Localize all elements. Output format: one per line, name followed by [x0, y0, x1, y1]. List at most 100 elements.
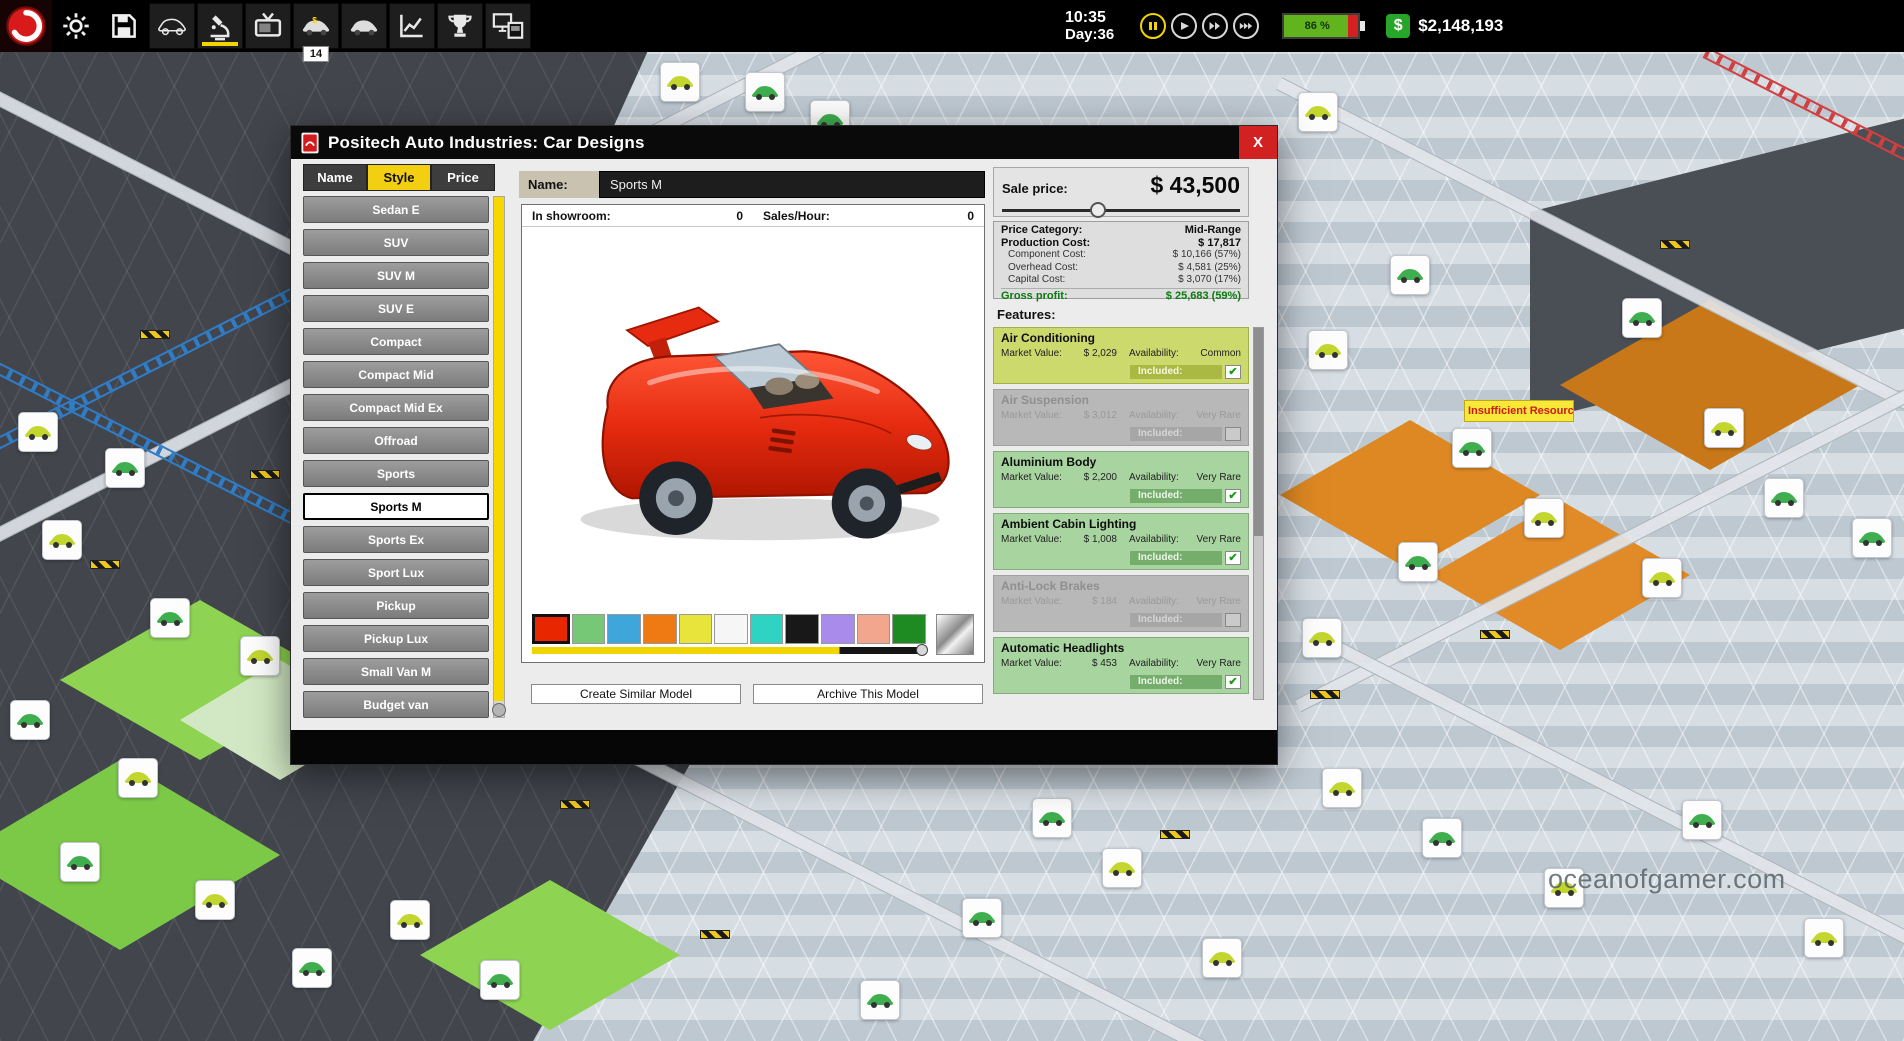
fast-forward-button[interactable]: [1202, 13, 1228, 39]
body-type-sports[interactable]: Sports: [303, 460, 489, 487]
paint-slider-knob[interactable]: [916, 644, 928, 656]
settings-button[interactable]: [53, 3, 99, 49]
factory-vehicle-tile[interactable]: [1032, 798, 1072, 838]
body-type-compact[interactable]: Compact: [303, 328, 489, 355]
factory-vehicle-tile[interactable]: [1302, 618, 1342, 658]
factory-vehicle-tile[interactable]: [1452, 428, 1492, 468]
factory-vehicle-tile[interactable]: [390, 900, 430, 940]
tab-price[interactable]: Price: [431, 164, 495, 191]
showroom-button[interactable]: $14: [293, 3, 339, 49]
displays-button[interactable]: [485, 3, 531, 49]
stats-button[interactable]: [389, 3, 435, 49]
car-design-button[interactable]: [149, 3, 195, 49]
body-type-small-van-m[interactable]: Small Van M: [303, 658, 489, 685]
dialog-title: Positech Auto Industries: Car Designs: [328, 133, 645, 153]
paint-swatch-2[interactable]: [607, 614, 641, 644]
tab-name[interactable]: Name: [303, 164, 367, 191]
body-type-suv[interactable]: SUV: [303, 229, 489, 256]
factory-vehicle-tile[interactable]: [1298, 92, 1338, 132]
factory-vehicle-tile[interactable]: [1524, 498, 1564, 538]
vehicles-button[interactable]: [341, 3, 387, 49]
paint-swatch-6[interactable]: [750, 614, 784, 644]
factory-vehicle-tile[interactable]: [1390, 255, 1430, 295]
factory-vehicle-tile[interactable]: [480, 960, 520, 1000]
sale-price-slider[interactable]: [1002, 209, 1240, 212]
body-type-sports-ex[interactable]: Sports Ex: [303, 526, 489, 553]
sale-price-slider-knob[interactable]: [1090, 202, 1106, 218]
factory-vehicle-tile[interactable]: [1682, 800, 1722, 840]
model-name-input[interactable]: [599, 171, 985, 198]
body-type-suv-e[interactable]: SUV E: [303, 295, 489, 322]
metallic-paint-swatch[interactable]: [936, 614, 974, 655]
research-button[interactable]: [197, 3, 243, 49]
play-button[interactable]: [1171, 13, 1197, 39]
factory-vehicle-tile[interactable]: [1642, 558, 1682, 598]
factory-vehicle-tile[interactable]: [660, 62, 700, 102]
create-similar-model-button[interactable]: Create Similar Model: [531, 684, 741, 704]
factory-vehicle-tile[interactable]: [1102, 848, 1142, 888]
body-type-pickup-lux[interactable]: Pickup Lux: [303, 625, 489, 652]
factory-vehicle-tile[interactable]: [1422, 818, 1462, 858]
paint-swatch-0[interactable]: [532, 614, 570, 644]
feature-included-checkbox[interactable]: ✔: [1225, 365, 1241, 379]
tab-style[interactable]: Style: [367, 164, 431, 191]
body-type-sports-m[interactable]: Sports M: [303, 493, 489, 520]
paint-swatch-5[interactable]: [714, 614, 748, 644]
archive-model-button[interactable]: Archive This Model: [753, 684, 983, 704]
factory-vehicle-tile[interactable]: [105, 448, 145, 488]
factory-vehicle-tile[interactable]: [1308, 330, 1348, 370]
factory-vehicle-tile[interactable]: [745, 72, 785, 112]
app-logo-icon[interactable]: [0, 0, 52, 52]
paint-swatch-9[interactable]: [857, 614, 891, 644]
factory-vehicle-tile[interactable]: [195, 880, 235, 920]
paint-swatch-4[interactable]: [679, 614, 713, 644]
features-scrollbar[interactable]: [1253, 327, 1264, 700]
feature-included-checkbox[interactable]: [1225, 613, 1241, 627]
factory-vehicle-tile[interactable]: [292, 948, 332, 988]
factory-vehicle-tile[interactable]: [42, 520, 82, 560]
body-type-pickup[interactable]: Pickup: [303, 592, 489, 619]
factory-vehicle-tile[interactable]: [10, 700, 50, 740]
fastest-button[interactable]: [1233, 13, 1259, 39]
factory-vehicle-tile[interactable]: [1398, 542, 1438, 582]
factory-vehicle-tile[interactable]: [240, 636, 280, 676]
paint-swatch-8[interactable]: [821, 614, 855, 644]
factory-vehicle-tile[interactable]: [1202, 938, 1242, 978]
body-type-suv-m[interactable]: SUV M: [303, 262, 489, 289]
factory-vehicle-tile[interactable]: [1322, 768, 1362, 808]
factory-vehicle-tile[interactable]: [1622, 298, 1662, 338]
marketing-button[interactable]: [245, 3, 291, 49]
feature-included-checkbox[interactable]: ✔: [1225, 489, 1241, 503]
feature-included-checkbox[interactable]: [1225, 427, 1241, 441]
body-type-sport-lux[interactable]: Sport Lux: [303, 559, 489, 586]
close-button[interactable]: X: [1239, 126, 1277, 159]
factory-vehicle-tile[interactable]: [1852, 518, 1892, 558]
factory-vehicle-tile[interactable]: [962, 898, 1002, 938]
paint-slider[interactable]: [532, 647, 926, 654]
body-type-compact-mid-ex[interactable]: Compact Mid Ex: [303, 394, 489, 421]
factory-vehicle-tile[interactable]: [118, 758, 158, 798]
pause-button[interactable]: [1140, 13, 1166, 39]
factory-vehicle-tile[interactable]: [1764, 478, 1804, 518]
factory-vehicle-tile[interactable]: [18, 412, 58, 452]
body-type-budget-van[interactable]: Budget van: [303, 691, 489, 718]
achievements-button[interactable]: [437, 3, 483, 49]
factory-vehicle-tile[interactable]: [860, 980, 900, 1020]
feature-included-checkbox[interactable]: ✔: [1225, 675, 1241, 689]
features-scrollbar-thumb[interactable]: [1254, 328, 1263, 536]
body-type-sedan-e[interactable]: Sedan E: [303, 196, 489, 223]
save-button[interactable]: [101, 3, 147, 49]
paint-swatch-1[interactable]: [572, 614, 606, 644]
feature-included-checkbox[interactable]: ✔: [1225, 551, 1241, 565]
body-list-scrollbar[interactable]: [493, 196, 505, 718]
factory-vehicle-tile[interactable]: [1704, 408, 1744, 448]
factory-vehicle-tile[interactable]: [60, 842, 100, 882]
factory-vehicle-tile[interactable]: [150, 598, 190, 638]
scrollbar-knob[interactable]: [492, 703, 506, 717]
paint-swatch-7[interactable]: [785, 614, 819, 644]
factory-vehicle-tile[interactable]: [1804, 918, 1844, 958]
paint-swatch-10[interactable]: [892, 614, 926, 644]
body-type-compact-mid[interactable]: Compact Mid: [303, 361, 489, 388]
body-type-offroad[interactable]: Offroad: [303, 427, 489, 454]
paint-swatch-3[interactable]: [643, 614, 677, 644]
